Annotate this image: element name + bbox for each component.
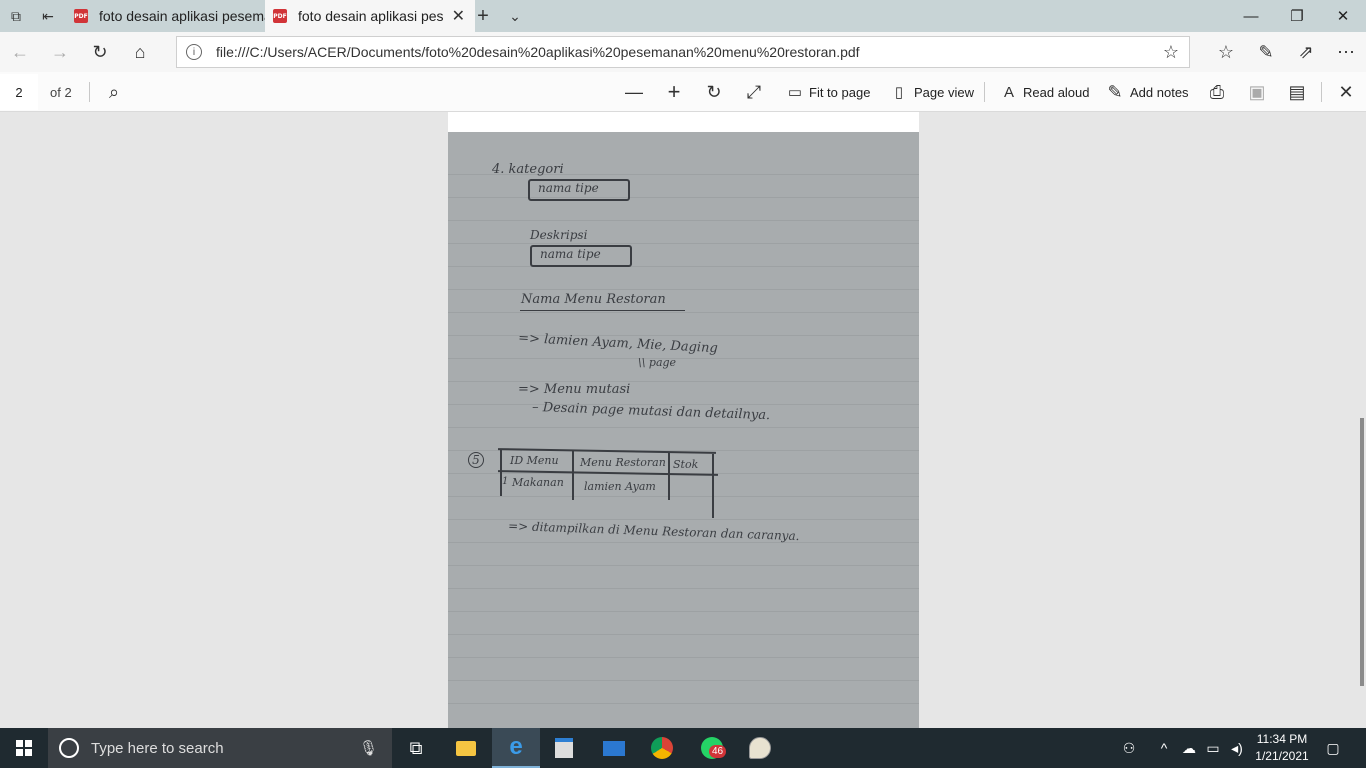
share-icon[interactable]: ⇗ xyxy=(1292,40,1320,64)
set-tabs-aside-icon[interactable]: ⇤ xyxy=(37,6,59,26)
edge-icon[interactable]: e xyxy=(492,728,540,768)
notification-badge: 46 xyxy=(709,745,727,758)
hw-deskripsi: Deskripsi xyxy=(530,228,588,242)
page-count: of 2 xyxy=(50,85,72,100)
rotate-icon[interactable]: ↻ xyxy=(701,80,727,104)
tab-title: foto desain aplikasi pesema xyxy=(99,8,272,24)
zoom-out-icon[interactable]: — xyxy=(621,80,647,104)
hw-table-line xyxy=(668,452,670,500)
hw-nama-menu: Nama Menu Restoran xyxy=(521,292,666,307)
back-icon[interactable]: ← xyxy=(6,40,34,64)
hw-id-menu: ID Menu xyxy=(510,454,559,467)
print-icon[interactable]: ⎙ xyxy=(1204,80,1230,104)
add-notes-icon[interactable]: ✎ xyxy=(1102,80,1128,104)
zoom-in-icon[interactable]: + xyxy=(661,79,687,104)
read-aloud-icon[interactable]: A xyxy=(996,80,1022,104)
more-icon[interactable]: ⋯ xyxy=(1332,40,1360,64)
time-text: 11:34 PM xyxy=(1256,732,1308,746)
search-icon[interactable]: ⌕ xyxy=(101,80,127,104)
start-button[interactable] xyxy=(0,728,48,768)
store-icon[interactable] xyxy=(540,728,588,768)
pen-icon[interactable]: ✎ xyxy=(1252,40,1280,64)
clock[interactable]: 11:34 PM 1/21/2021 xyxy=(1244,731,1320,765)
hw-menu-restoran: Menu Restoran xyxy=(580,456,666,469)
hw-table-line xyxy=(712,454,714,518)
forward-icon[interactable]: → xyxy=(46,40,74,64)
pdf-toolbar: 2 of 2 ⌕ — + ↻ ⤢ ▭ Fit to page ▯ Page vi… xyxy=(0,72,1366,112)
hw-table-line xyxy=(500,450,502,496)
minimize-button[interactable]: — xyxy=(1228,0,1274,32)
hw-menu-mutasi: => Menu mutasi xyxy=(518,382,631,397)
onedrive-icon[interactable]: ☁ xyxy=(1178,728,1200,768)
handwritten-page-photo: 4. kategori nama tipe Deskripsi nama tip… xyxy=(448,132,919,728)
notifications-icon[interactable]: ▢ xyxy=(1318,728,1348,768)
tab-1[interactable]: PDF foto desain aplikasi pesema xyxy=(64,0,274,32)
date-text: 1/21/2021 xyxy=(1255,749,1309,763)
chevron-up-icon[interactable]: ^ xyxy=(1154,728,1174,768)
taskbar-search[interactable]: Type here to search 🎙 xyxy=(48,728,392,768)
hw-makanan: Makanan xyxy=(512,476,564,489)
address-row: ← → ↻ ⌂ i file:///C:/Users/ACER/Document… xyxy=(0,32,1366,72)
people-icon[interactable]: ⚇ xyxy=(1116,728,1142,768)
page-view-icon[interactable]: ▯ xyxy=(886,80,912,104)
save-icon[interactable]: ▣ xyxy=(1244,80,1270,104)
mail-icon[interactable] xyxy=(590,728,638,768)
hw-ditampilkan: => ditampilkan di Menu Restoran dan cara… xyxy=(507,518,800,544)
hw-stok: Stok xyxy=(673,458,699,471)
chrome-icon[interactable] xyxy=(638,728,686,768)
home-icon[interactable]: ⌂ xyxy=(126,40,154,64)
tab-actions-icon[interactable]: ⧉ xyxy=(5,6,27,26)
file-explorer-icon[interactable] xyxy=(442,728,490,768)
page-top-margin xyxy=(448,112,919,132)
restore-button[interactable]: ❐ xyxy=(1274,0,1320,32)
pdf-viewer[interactable]: 4. kategori nama tipe Deskripsi nama tip… xyxy=(0,112,1366,728)
tab-title: foto desain aplikasi pes xyxy=(298,8,444,24)
close-window-button[interactable]: ✕ xyxy=(1320,0,1366,32)
hw-kategori: 4. kategori xyxy=(492,162,564,177)
favorite-star-icon[interactable]: ☆ xyxy=(1163,42,1179,63)
fit-to-page-button[interactable]: Fit to page xyxy=(809,85,870,100)
address-bar[interactable]: i file:///C:/Users/ACER/Documents/foto%2… xyxy=(176,36,1190,68)
windows-icon xyxy=(16,740,32,756)
favorites-icon[interactable]: ☆ xyxy=(1212,40,1240,64)
microphone-icon[interactable]: 🎙 xyxy=(359,739,378,757)
chevron-down-icon[interactable]: ⌄ xyxy=(504,6,526,26)
info-icon[interactable]: i xyxy=(186,44,202,60)
refresh-icon[interactable]: ↻ xyxy=(86,40,114,64)
new-tab-icon[interactable]: + xyxy=(472,5,494,27)
fullscreen-icon[interactable]: ⤢ xyxy=(741,80,767,104)
pdf-icon: PDF xyxy=(273,9,287,23)
divider xyxy=(984,82,985,102)
page-view-button[interactable]: Page view xyxy=(914,85,974,100)
battery-icon[interactable]: ▭ xyxy=(1202,728,1224,768)
hw-nama-tipe-2: nama tipe xyxy=(540,247,601,261)
read-aloud-button[interactable]: Read aloud xyxy=(1023,85,1090,100)
close-tab-icon[interactable]: ✕ xyxy=(452,6,465,26)
pdf-icon: PDF xyxy=(74,9,88,23)
task-view-icon[interactable]: ⧉ xyxy=(392,728,440,768)
hw-number-5: 5 xyxy=(468,452,484,468)
cortana-icon xyxy=(59,738,79,758)
hw-lamien-ayam: lamien Ayam xyxy=(584,480,656,493)
taskbar: Type here to search 🎙 ⧉ e 46 ⚇ ^ ☁ ▭ ◂) … xyxy=(0,728,1366,768)
search-placeholder: Type here to search xyxy=(91,739,224,757)
paint-icon[interactable] xyxy=(736,728,784,768)
divider xyxy=(1321,82,1322,102)
pin-toolbar-icon[interactable]: ✕ xyxy=(1333,80,1359,104)
fit-to-page-icon[interactable]: ▭ xyxy=(782,80,808,104)
scrollbar[interactable] xyxy=(1360,418,1364,686)
hw-page: \\ page xyxy=(638,356,677,369)
hw-underline xyxy=(520,310,685,311)
add-notes-button[interactable]: Add notes xyxy=(1130,85,1189,100)
title-bar: ⧉ ⇤ PDF foto desain aplikasi pesema PDF … xyxy=(0,0,1366,32)
url-text[interactable]: file:///C:/Users/ACER/Documents/foto%20d… xyxy=(216,44,860,60)
tab-2[interactable]: PDF foto desain aplikasi pes ✕ xyxy=(265,0,475,32)
hw-table-line xyxy=(572,450,574,500)
save-as-icon[interactable]: ▤ xyxy=(1284,80,1310,104)
divider xyxy=(89,82,90,102)
hw-row-index: 1 xyxy=(502,476,509,487)
page-number-input[interactable]: 2 xyxy=(0,74,38,110)
hw-nama-tipe: nama tipe xyxy=(538,181,599,195)
